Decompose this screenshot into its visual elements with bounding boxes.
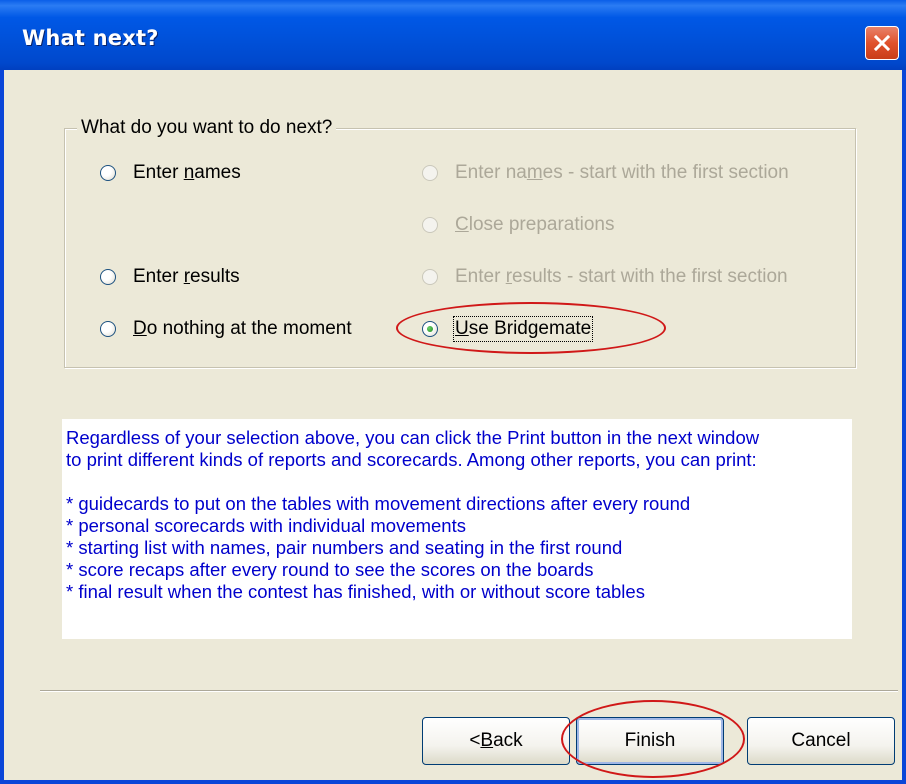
what-next-dialog: What next? What do you want to do next? … xyxy=(0,0,906,784)
title-bar[interactable]: What next? xyxy=(0,0,906,70)
radio-label: Close preparations xyxy=(455,214,615,235)
cancel-button[interactable]: Cancel xyxy=(747,717,895,765)
radio-enter-names-first-section: Enter names - start with the first secti… xyxy=(422,160,789,186)
finish-button[interactable]: Finish xyxy=(576,717,724,765)
info-bullet: * final result when the contest has fini… xyxy=(66,581,645,602)
radio-enter-results-first-section: Enter results - start with the first sec… xyxy=(422,264,788,290)
info-paragraph-line: Regardless of your selection above, you … xyxy=(66,427,760,448)
info-bullet: * personal scorecards with individual mo… xyxy=(66,515,466,536)
radio-label: Enter names - start with the first secti… xyxy=(455,162,789,183)
radio-circle[interactable] xyxy=(100,165,116,181)
button-separator xyxy=(40,690,898,692)
groupbox-legend: What do you want to do next? xyxy=(77,116,337,140)
radio-label: Use Bridgemate xyxy=(452,316,594,342)
window-title: What next? xyxy=(22,26,159,50)
back-button[interactable]: < Back xyxy=(422,717,570,765)
radio-circle[interactable] xyxy=(100,321,116,337)
radio-enter-names[interactable]: Enter names xyxy=(100,160,241,186)
radio-label: Enter results xyxy=(133,266,240,287)
info-bullet: * starting list with names, pair numbers… xyxy=(66,537,623,558)
radio-circle[interactable] xyxy=(100,269,116,285)
radio-close-preparations: Close preparations xyxy=(422,212,615,238)
close-icon xyxy=(873,34,891,52)
info-bullet: * score recaps after every round to see … xyxy=(66,559,594,580)
radio-circle xyxy=(422,217,438,233)
radio-circle xyxy=(422,269,438,285)
info-text-box: Regardless of your selection above, you … xyxy=(62,419,852,639)
radio-label: Enter results - start with the first sec… xyxy=(455,266,788,287)
radio-enter-results[interactable]: Enter results xyxy=(100,264,240,290)
radio-label: Do nothing at the moment xyxy=(133,318,352,339)
radio-use-bridgemate[interactable]: Use Bridgemate xyxy=(422,316,594,342)
radio-do-nothing[interactable]: Do nothing at the moment xyxy=(100,316,352,342)
radio-circle-selected[interactable] xyxy=(422,321,438,337)
close-button[interactable] xyxy=(865,26,899,60)
info-paragraph-line: to print different kinds of reports and … xyxy=(66,449,757,470)
radio-circle xyxy=(422,165,438,181)
radio-label: Enter names xyxy=(133,162,241,183)
info-bullet: * guidecards to put on the tables with m… xyxy=(66,493,691,514)
